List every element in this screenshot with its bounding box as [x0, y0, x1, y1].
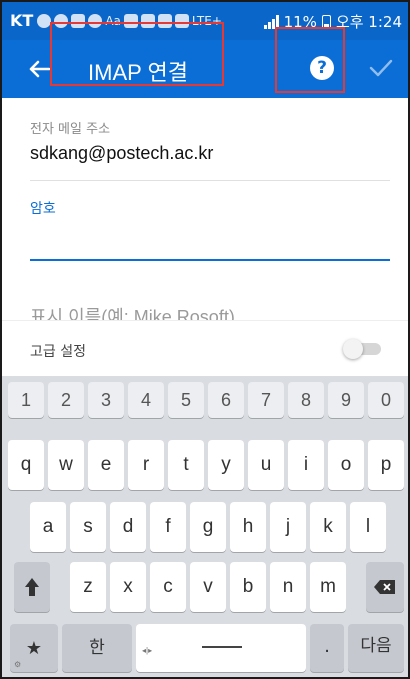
app-icon	[54, 13, 69, 28]
number-key-2[interactable]: 2	[48, 382, 84, 418]
key-b[interactable]: b	[230, 562, 266, 612]
number-key-3[interactable]: 3	[88, 382, 124, 418]
email-field[interactable]: sdkang@postech.ac.kr	[30, 143, 213, 164]
on-screen-keyboard: ★ ⚙ 한 ◂|▸ . ... 다음 1234567890qwertyuiopa…	[2, 376, 408, 677]
key-a[interactable]: a	[30, 502, 66, 552]
gallery-icon	[71, 13, 86, 28]
number-key-4[interactable]: 4	[128, 382, 164, 418]
battery-icon	[321, 14, 331, 29]
shift-key[interactable]	[14, 562, 50, 612]
vibrate-icon	[157, 13, 172, 28]
key-e[interactable]: e	[88, 440, 124, 490]
key-p[interactable]: p	[368, 440, 404, 490]
hd-icon	[174, 13, 189, 28]
key-d[interactable]: d	[110, 502, 146, 552]
key-g[interactable]: g	[190, 502, 226, 552]
number-key-6[interactable]: 6	[208, 382, 244, 418]
number-key-9[interactable]: 9	[328, 382, 364, 418]
alert-icon	[88, 13, 103, 28]
help-icon[interactable]: ?	[310, 56, 334, 80]
key-v[interactable]: v	[190, 562, 226, 612]
carrier-label: KT	[10, 11, 34, 30]
backspace-icon[interactable]	[366, 562, 404, 612]
checkmark-icon[interactable]	[368, 55, 394, 81]
next-key[interactable]: 다음	[348, 624, 404, 672]
number-key-5[interactable]: 5	[168, 382, 204, 418]
status-bar: KT Aa LTE+ 11% 오후 1:24	[2, 2, 408, 40]
app-bar: IMAP 연결 ?	[2, 40, 408, 98]
phone-screen: KT Aa LTE+ 11% 오후 1:24 IMAP 연결 ? 전자 메일 주…	[0, 0, 410, 679]
password-underline	[30, 259, 390, 261]
key-r[interactable]: r	[128, 440, 164, 490]
space-bar[interactable]: ◂|▸	[136, 624, 306, 672]
signal-icon	[263, 14, 279, 29]
number-key-1[interactable]: 1	[8, 382, 44, 418]
key-w[interactable]: w	[48, 440, 84, 490]
key-s[interactable]: s	[70, 502, 106, 552]
key-c[interactable]: c	[150, 562, 186, 612]
clock: 오후 1:24	[335, 13, 402, 31]
imap-form: 전자 메일 주소 sdkang@postech.ac.kr 암호 표시 이름(예…	[2, 98, 408, 327]
advanced-settings-row[interactable]: 고급 설정	[2, 320, 408, 376]
aa-label: Aa	[105, 13, 121, 28]
key-m[interactable]: m	[310, 562, 346, 612]
notification-icon	[37, 13, 52, 28]
key-h[interactable]: h	[230, 502, 266, 552]
key-z[interactable]: z	[70, 562, 106, 612]
network-type-label: LTE+	[191, 13, 222, 28]
nfc-icon	[140, 13, 155, 28]
number-key-0[interactable]: 0	[368, 382, 404, 418]
period-key[interactable]: . ...	[310, 624, 344, 677]
key-n[interactable]: n	[270, 562, 306, 612]
number-key-7[interactable]: 7	[248, 382, 284, 418]
email-label: 전자 메일 주소	[30, 122, 111, 137]
bluetooth-icon	[123, 13, 138, 28]
key-x[interactable]: x	[110, 562, 146, 612]
number-key-8[interactable]: 8	[288, 382, 324, 418]
key-y[interactable]: y	[208, 440, 244, 490]
battery-percent: 11%	[283, 12, 317, 31]
page-title: IMAP 연결	[88, 60, 188, 85]
back-arrow-icon[interactable]	[24, 54, 54, 84]
password-label: 암호	[30, 201, 56, 217]
advanced-settings-label: 고급 설정	[30, 344, 86, 360]
key-o[interactable]: o	[328, 440, 364, 490]
email-underline	[30, 180, 390, 181]
key-f[interactable]: f	[150, 502, 186, 552]
key-l[interactable]: l	[350, 502, 386, 552]
key-q[interactable]: q	[8, 440, 44, 490]
advanced-settings-toggle[interactable]	[343, 339, 383, 359]
key-k[interactable]: k	[310, 502, 346, 552]
key-j[interactable]: j	[270, 502, 306, 552]
password-field[interactable]	[30, 222, 390, 256]
key-i[interactable]: i	[288, 440, 324, 490]
key-u[interactable]: u	[248, 440, 284, 490]
language-key[interactable]: 한	[62, 624, 132, 672]
key-t[interactable]: t	[168, 440, 204, 490]
